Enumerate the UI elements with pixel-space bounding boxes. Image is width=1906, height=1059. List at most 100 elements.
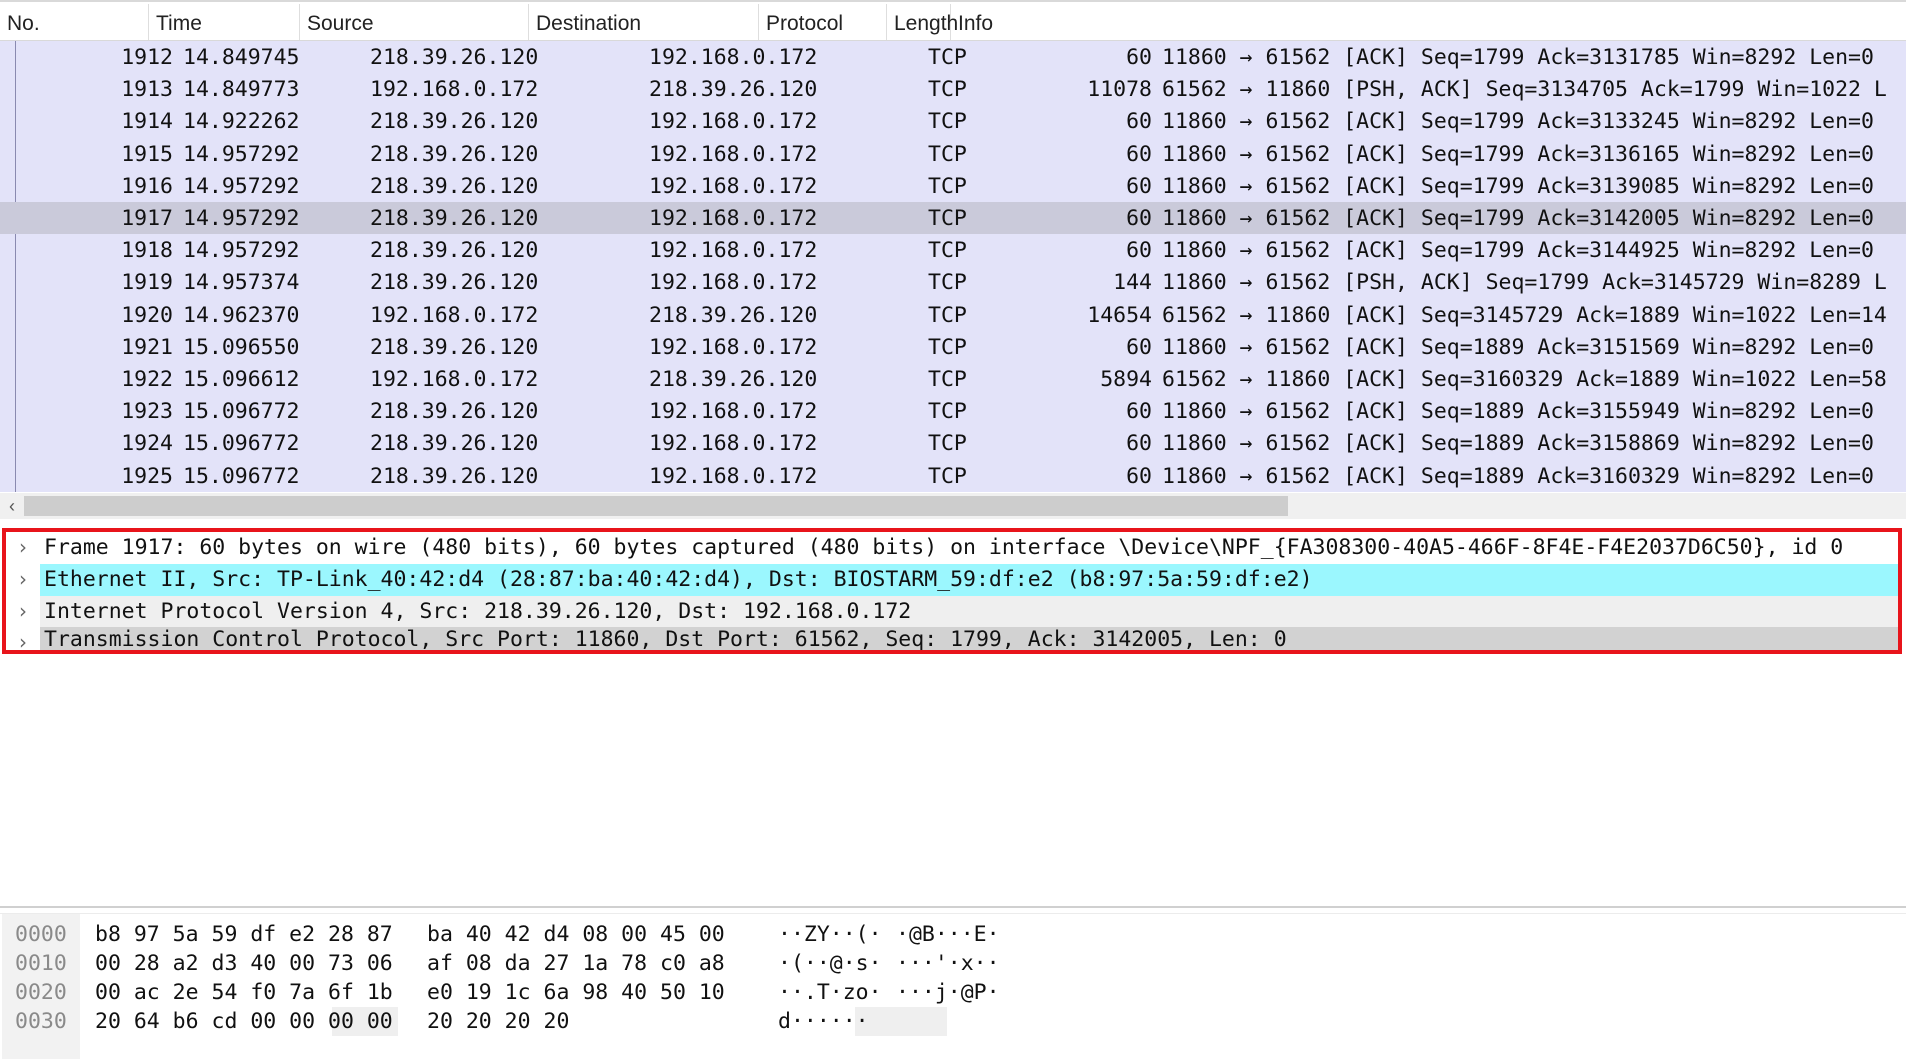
bytes-ascii-left[interactable]: ··ZY··(· — [778, 920, 882, 949]
packet-row[interactable]: 1914 14.922262 218.39.26.120 192.168.0.172 T… — [0, 105, 1906, 137]
packet-source: 218.39.26.120 — [370, 109, 539, 135]
packet-no: 1918 — [121, 238, 173, 264]
packet-row[interactable]: 1918 14.957292 218.39.26.120 192.168.0.172 T… — [0, 234, 1906, 266]
packet-no: 1913 — [121, 77, 173, 103]
packet-info: 61562 → 11860 [PSH, ACK] Seq=3134705 Ack… — [1162, 77, 1887, 103]
packet-row[interactable]: 1919 14.957374 218.39.26.120 192.168.0.172 T… — [0, 266, 1906, 298]
packet-list-header: No. Time Source Destination Protocol Len… — [0, 4, 1906, 41]
detail-frame-text: Frame 1917: 60 bytes on wire (480 bits),… — [44, 535, 1844, 560]
packet-source: 218.39.26.120 — [370, 173, 539, 199]
packet-info: 11860 → 61562 [ACK] Seq=1799 Ack=3142005… — [1162, 206, 1874, 231]
packet-row[interactable]: 1923 15.096772 218.39.26.120 192.168.0.172 T… — [0, 395, 1906, 427]
chevron-right-icon[interactable]: › — [12, 564, 34, 595]
bytes-ascii-right[interactable]: ···'·x·· — [896, 949, 1000, 978]
bytes-line[interactable]: 0030 20 64 b6 cd 00 00 00 00 20 20 20 20… — [0, 1007, 1906, 1036]
packet-protocol: TCP — [928, 77, 967, 103]
packet-row[interactable]: 1925 15.096772 218.39.26.120 192.168.0.172 T… — [0, 460, 1906, 492]
packet-length: 60 — [1126, 109, 1152, 135]
packet-no: 1915 — [121, 141, 173, 167]
packet-row[interactable]: 1915 14.957292 218.39.26.120 192.168.0.172 T… — [0, 138, 1906, 170]
packet-length: 14654 — [1087, 302, 1152, 328]
detail-tcp-row[interactable]: › Transmission Control Protocol, Src Por… — [6, 627, 1898, 650]
detail-tcp-text: Transmission Control Protocol, Src Port:… — [40, 627, 1898, 650]
column-header-length[interactable]: Length — [887, 4, 958, 40]
packet-destination: 192.168.0.172 — [649, 334, 818, 360]
packet-no: 1925 — [121, 463, 173, 489]
chevron-right-icon[interactable]: › — [12, 596, 34, 627]
packet-no: 1924 — [121, 431, 173, 457]
packet-time: 15.096772 — [183, 463, 300, 489]
packet-row[interactable]: 1917 14.957292 218.39.26.120 192.168.0.172 T… — [0, 202, 1906, 234]
column-header-protocol[interactable]: Protocol — [759, 4, 887, 40]
bytes-ascii-left[interactable]: ·(··@·s· — [778, 949, 882, 978]
bytes-ascii-right[interactable]: ·@B···E· — [896, 920, 1000, 949]
packet-source: 192.168.0.172 — [370, 302, 539, 328]
column-header-time[interactable]: Time — [149, 4, 300, 40]
bytes-hex-right[interactable]: ba 40 42 d4 08 00 45 00 — [427, 920, 725, 949]
packet-protocol: TCP — [928, 109, 967, 135]
packet-no: 1922 — [121, 367, 173, 392]
packet-row[interactable]: 1912 14.849745 218.39.26.120 192.168.0.172 T… — [0, 41, 1906, 73]
packet-source: 218.39.26.120 — [370, 206, 539, 231]
packet-list-pane[interactable]: No. Time Source Destination Protocol Len… — [0, 0, 1906, 522]
packet-destination: 192.168.0.172 — [649, 238, 818, 264]
packet-rows: 1912 14.849745 218.39.26.120 192.168.0.172 T… — [0, 41, 1906, 492]
packet-time: 14.849745 — [183, 45, 300, 70]
bytes-hex-left[interactable]: b8 97 5a 59 df e2 28 87 — [95, 920, 393, 949]
packet-destination: 218.39.26.120 — [649, 302, 818, 328]
packet-row[interactable]: 1921 15.096550 218.39.26.120 192.168.0.172 T… — [0, 331, 1906, 363]
scrollbar-thumb[interactable] — [24, 496, 1288, 516]
packet-destination: 218.39.26.120 — [649, 367, 818, 392]
packet-info: 11860 → 61562 [ACK] Seq=1799 Ack=3139085… — [1162, 173, 1874, 199]
packet-time: 14.849773 — [183, 77, 300, 103]
packet-row[interactable]: 1913 14.849773 192.168.0.172 218.39.26.120 T… — [0, 73, 1906, 105]
bytes-hex-right[interactable]: e0 19 1c 6a 98 40 50 10 — [427, 978, 725, 1007]
column-header-destination[interactable]: Destination — [529, 4, 759, 40]
bytes-line[interactable]: 0020 00 ac 2e 54 f0 7a 6f 1b e0 19 1c 6a… — [0, 978, 1906, 1007]
packet-row[interactable]: 1924 15.096772 218.39.26.120 192.168.0.172 T… — [0, 427, 1906, 459]
bytes-ascii-right[interactable]: ···j·@P· — [896, 978, 1000, 1007]
bytes-line[interactable]: 0010 00 28 a2 d3 40 00 73 06 af 08 da 27… — [0, 949, 1906, 978]
packet-time: 14.957292 — [183, 173, 300, 199]
bytes-hex-left[interactable]: 00 28 a2 d3 40 00 73 06 — [95, 949, 393, 978]
bytes-ascii-left[interactable]: d······ — [778, 1007, 869, 1036]
packet-protocol: TCP — [928, 431, 967, 457]
bytes-hex-right[interactable]: 20 20 20 20 — [427, 1007, 569, 1036]
packet-destination: 192.168.0.172 — [649, 141, 818, 167]
packet-info: 11860 → 61562 [ACK] Seq=1889 Ack=3160329… — [1162, 463, 1874, 489]
bytes-hex-left[interactable]: 00 ac 2e 54 f0 7a 6f 1b — [95, 978, 393, 1007]
bytes-ascii-left[interactable]: ··.T·zo· — [778, 978, 882, 1007]
packet-source: 218.39.26.120 — [370, 141, 539, 167]
pane-splitter[interactable] — [0, 906, 1906, 914]
packet-info: 61562 → 11860 [ACK] Seq=3145729 Ack=1889… — [1162, 302, 1887, 328]
packet-row[interactable]: 1920 14.962370 192.168.0.172 218.39.26.120 T… — [0, 299, 1906, 331]
packet-time: 14.957292 — [183, 141, 300, 167]
bytes-line[interactable]: 0000 b8 97 5a 59 df e2 28 87 ba 40 42 d4… — [0, 920, 1906, 949]
packet-length: 60 — [1126, 334, 1152, 360]
bytes-hex-left[interactable]: 20 64 b6 cd 00 00 00 00 — [95, 1007, 393, 1036]
detail-ethernet-row[interactable]: › Ethernet II, Src: TP-Link_40:42:d4 (28… — [6, 564, 1898, 596]
column-header-source[interactable]: Source — [300, 4, 529, 40]
chevron-right-icon[interactable]: › — [12, 532, 34, 563]
packet-list-horizontal-scrollbar[interactable]: ‹ — [0, 493, 1906, 519]
column-header-no[interactable]: No. — [0, 4, 149, 40]
packet-time: 14.922262 — [183, 109, 300, 135]
packet-info: 11860 → 61562 [ACK] Seq=1889 Ack=3158869… — [1162, 431, 1874, 457]
packet-source: 218.39.26.120 — [370, 334, 539, 360]
detail-frame-row[interactable]: › Frame 1917: 60 bytes on wire (480 bits… — [6, 532, 1898, 564]
chevron-right-icon[interactable]: › — [12, 627, 34, 650]
column-header-info[interactable]: Info — [951, 4, 1906, 40]
packet-row[interactable]: 1922 15.096612 192.168.0.172 218.39.26.120 T… — [0, 363, 1906, 395]
bytes-hex-right[interactable]: af 08 da 27 1a 78 c0 a8 — [427, 949, 725, 978]
packet-destination: 192.168.0.172 — [649, 463, 818, 489]
packet-source: 218.39.26.120 — [370, 463, 539, 489]
packet-protocol: TCP — [928, 334, 967, 360]
chevron-left-icon[interactable]: ‹ — [0, 493, 24, 519]
packet-length: 144 — [1113, 270, 1152, 296]
detail-ipv4-row[interactable]: › Internet Protocol Version 4, Src: 218.… — [6, 596, 1898, 628]
detail-ethernet-text: Ethernet II, Src: TP-Link_40:42:d4 (28:8… — [40, 564, 1898, 596]
packet-length: 60 — [1126, 173, 1152, 199]
packet-row[interactable]: 1916 14.957292 218.39.26.120 192.168.0.172 T… — [0, 170, 1906, 202]
packet-length: 60 — [1126, 399, 1152, 425]
packet-no: 1917 — [121, 206, 173, 231]
